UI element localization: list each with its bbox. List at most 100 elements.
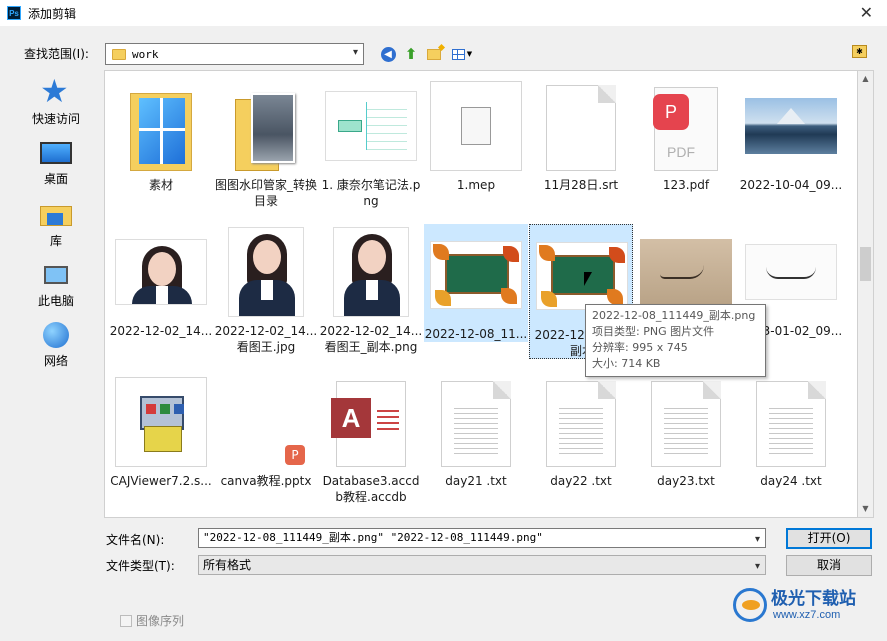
- place-desktop[interactable]: 桌面: [10, 138, 102, 187]
- scroll-down-icon[interactable]: ▼: [858, 501, 873, 517]
- up-folder-button[interactable]: ⬆: [402, 45, 420, 63]
- file-info-tooltip: 2022-12-08_111449_副本.png 项目类型: PNG 图片文件 …: [585, 304, 766, 377]
- cancel-button[interactable]: 取消: [786, 555, 872, 576]
- close-icon[interactable]: ✕: [860, 3, 873, 22]
- vertical-scrollbar[interactable]: ▲ ▼: [857, 70, 874, 518]
- file-item[interactable]: day21 .txt: [424, 371, 528, 511]
- file-label: day24 .txt: [760, 474, 822, 488]
- text-file-icon: [651, 381, 721, 467]
- file-item[interactable]: 1. 康奈尔笔记法.png: [319, 75, 423, 215]
- new-folder-icon: [427, 48, 441, 60]
- text-file-icon: [441, 381, 511, 467]
- file-label: Database3.accdb教程.accdb: [322, 474, 420, 504]
- file-item[interactable]: 1.mep: [424, 75, 528, 215]
- folder-icon: [112, 48, 126, 60]
- view-menu-button[interactable]: ▼: [449, 45, 475, 63]
- open-button[interactable]: 打开(O): [786, 528, 872, 549]
- watermark-title: 极光下载站: [771, 589, 856, 609]
- file-item[interactable]: 图图水印管家_转换目录: [214, 75, 318, 215]
- place-this-pc[interactable]: 此电脑: [10, 260, 102, 309]
- watermark-url: www.xz7.com: [773, 609, 841, 621]
- file-label: CAJViewer7.2.s...: [110, 474, 212, 488]
- image-sequence-option[interactable]: 图像序列: [120, 612, 184, 629]
- file-item[interactable]: 2022-12-02_14...看图王.jpg: [214, 221, 318, 361]
- tooltip-name: 2022-12-08_111449_副本.png: [592, 309, 756, 322]
- window-title: 添加剪辑: [28, 6, 77, 21]
- network-icon: [43, 322, 69, 348]
- image-thumbnail: [430, 241, 522, 309]
- file-item[interactable]: 素材: [109, 75, 213, 215]
- add-clip-dialog: Ps 添加剪辑 ✕ 查找范围(I): work ▾ ◀ ⬆ ▼ ✱ 快速访问 桌…: [0, 0, 887, 641]
- scroll-up-icon[interactable]: ▲: [858, 71, 873, 87]
- file-item-selected[interactable]: 2022-12-08_11...: [424, 224, 528, 342]
- place-library[interactable]: 库: [10, 200, 102, 249]
- image-sequence-label: 图像序列: [136, 614, 185, 628]
- chevron-down-icon[interactable]: ▾: [755, 531, 760, 547]
- file-label: canva教程.pptx: [220, 474, 312, 488]
- mouse-cursor-icon: [584, 272, 592, 286]
- place-network[interactable]: 网络: [10, 322, 102, 369]
- file-label: day22 .txt: [550, 474, 612, 488]
- back-button[interactable]: ◀: [379, 45, 397, 63]
- folder-icon: [130, 93, 192, 171]
- place-label: 桌面: [43, 172, 68, 186]
- look-in-value: work: [132, 47, 159, 61]
- new-folder-button[interactable]: [425, 45, 443, 63]
- file-list: 素材 图图水印管家_转换目录 1. 康奈尔笔记法.png 1.mep 11月28…: [104, 70, 857, 518]
- folder-star-icon[interactable]: ✱: [852, 45, 867, 58]
- file-label: 11月28日.srt: [543, 178, 619, 192]
- image-thumbnail: [325, 91, 417, 161]
- file-item[interactable]: P PDF 123.pdf: [634, 75, 738, 215]
- image-thumbnail: [745, 244, 837, 300]
- title-bar: Ps 添加剪辑 ✕: [0, 0, 887, 26]
- file-item[interactable]: P canva教程.pptx: [214, 371, 318, 511]
- file-label: 123.pdf: [662, 178, 710, 192]
- file-item[interactable]: 2022-12-02_14...看图王_副本.png: [319, 221, 423, 361]
- place-label: 快速访问: [31, 112, 80, 126]
- place-quick-access[interactable]: 快速访问: [10, 72, 102, 127]
- image-thumbnail: [333, 227, 409, 317]
- file-item[interactable]: day24 .txt: [739, 371, 843, 511]
- file-item[interactable]: A Database3.accdb教程.accdb: [319, 371, 423, 511]
- file-label: 素材: [148, 178, 173, 192]
- place-label: 此电脑: [37, 294, 74, 308]
- computer-icon: [44, 266, 68, 284]
- file-item[interactable]: 11月28日.srt: [529, 75, 633, 215]
- pdf-icon: P PDF: [653, 87, 718, 171]
- places-bar: 快速访问 桌面 库 此电脑 网络: [10, 70, 102, 510]
- image-thumbnail: [536, 242, 628, 310]
- tooltip-size: 大小: 714 KB: [592, 357, 661, 370]
- look-in-dropdown[interactable]: work ▾: [105, 43, 364, 65]
- image-thumbnail: [228, 227, 304, 317]
- filetype-select[interactable]: 所有格式 ▾: [198, 555, 766, 575]
- image-sequence-checkbox[interactable]: [120, 614, 132, 627]
- look-in-label: 查找范围(I):: [24, 47, 89, 61]
- filename-value: "2022-12-08_111449_副本.png" "2022-12-08_1…: [203, 531, 543, 544]
- text-file-icon: [546, 381, 616, 467]
- file-label: 2022-12-02_14...看图王_副本.png: [319, 324, 423, 354]
- file-label: day23.txt: [657, 474, 715, 488]
- file-item[interactable]: day22 .txt: [529, 371, 633, 511]
- file-item[interactable]: 2022-12-02_14...: [109, 221, 213, 361]
- view-grid-icon: [451, 48, 465, 60]
- file-item[interactable]: day23.txt: [634, 371, 738, 511]
- chevron-down-icon[interactable]: ▾: [353, 47, 358, 58]
- library-icon: [40, 206, 72, 226]
- file-label: 2022-12-02_14...: [109, 324, 213, 338]
- filename-input[interactable]: "2022-12-08_111449_副本.png" "2022-12-08_1…: [198, 528, 766, 548]
- scroll-thumb[interactable]: [860, 247, 871, 281]
- pptx-icon: P: [231, 381, 305, 467]
- file-label: 2022-10-04_09...: [739, 178, 843, 192]
- star-icon: [40, 72, 72, 110]
- place-label: 库: [49, 234, 62, 248]
- watermark-logo-icon: [733, 588, 767, 622]
- file-item[interactable]: 2022-10-04_09...: [739, 75, 843, 215]
- file-item[interactable]: CAJViewer7.2.s...: [109, 371, 213, 511]
- tooltip-type: 项目类型: PNG 图片文件: [592, 325, 715, 338]
- access-icon: A: [331, 381, 406, 467]
- up-arrow-icon: ⬆: [404, 45, 418, 63]
- file-label: 2022-12-02_14...看图王.jpg: [214, 324, 318, 354]
- chevron-down-icon: ▼: [466, 50, 473, 58]
- chevron-down-icon[interactable]: ▾: [755, 558, 760, 576]
- text-file-icon: [756, 381, 826, 467]
